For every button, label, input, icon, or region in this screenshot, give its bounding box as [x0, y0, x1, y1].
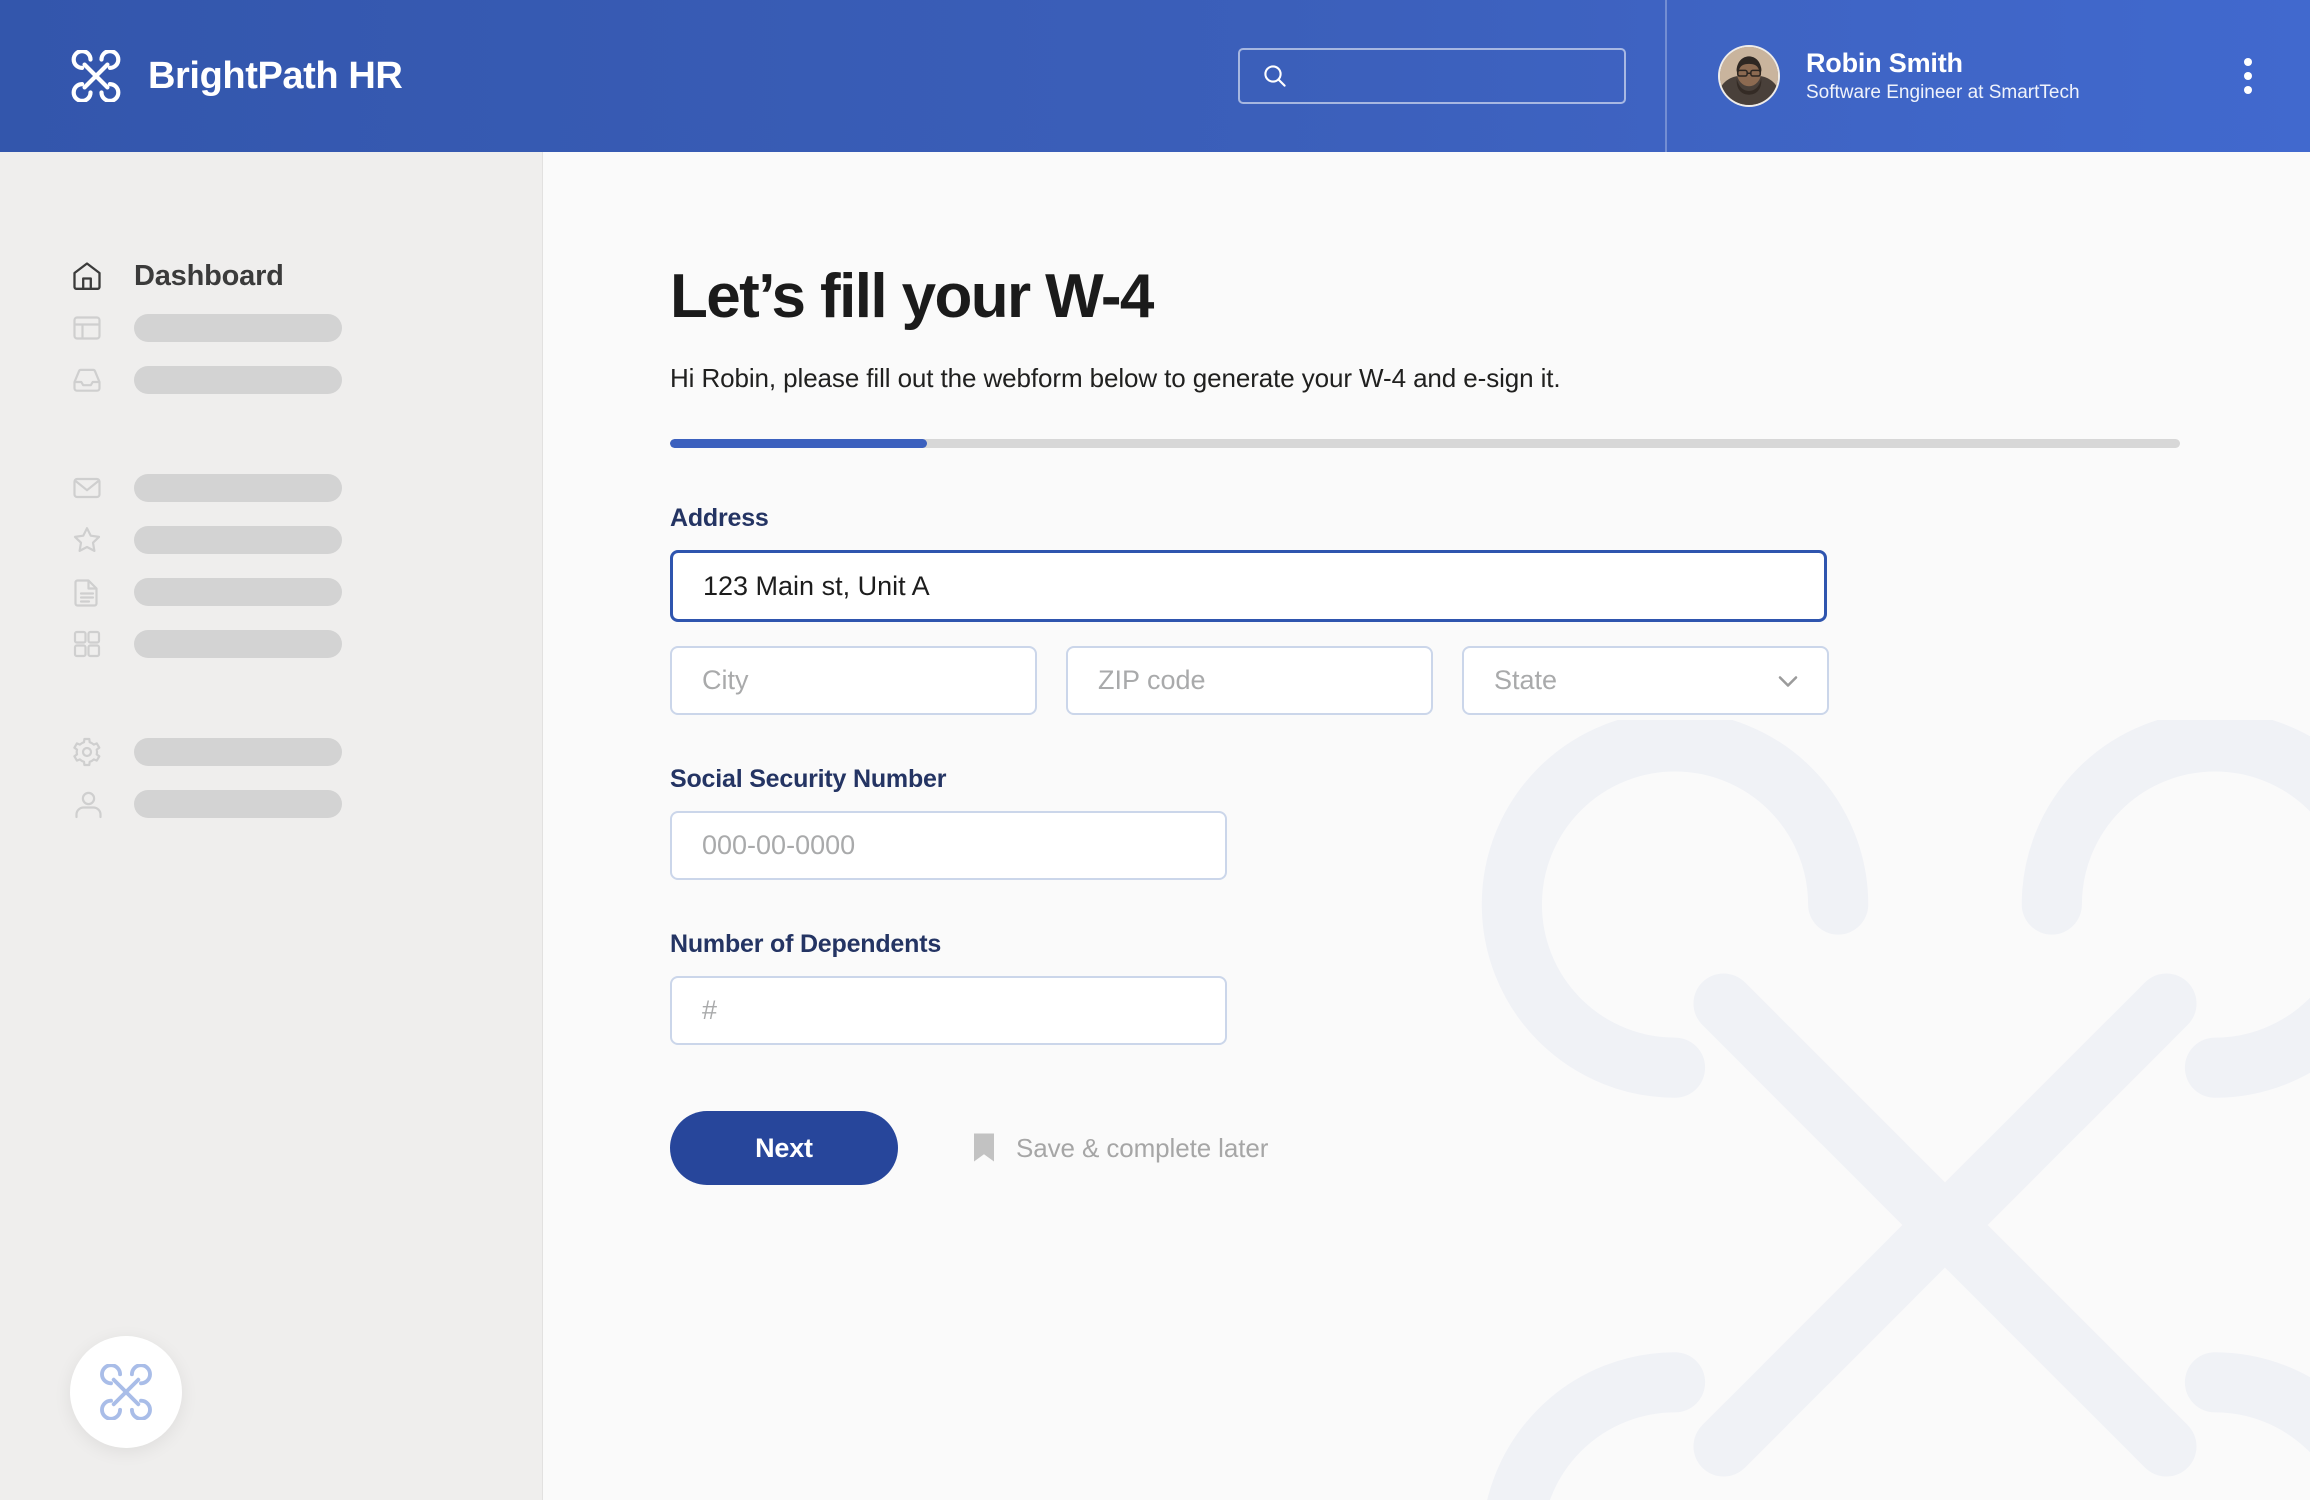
ssn-input[interactable] [670, 811, 1227, 881]
brand-name: BrightPath HR [148, 54, 403, 97]
sidebar-item-placeholder [134, 738, 342, 766]
app-root: BrightPath HR Robin Smith Software Engin… [0, 0, 2310, 1500]
state-select-control[interactable]: State [1462, 646, 1829, 716]
home-icon [70, 259, 104, 293]
next-button[interactable]: Next [670, 1111, 898, 1186]
dependents-input[interactable] [670, 976, 1227, 1046]
sidebar-item-placeholder [134, 366, 342, 394]
progress-bar [670, 439, 2180, 449]
sidebar-item-settings[interactable] [0, 726, 542, 778]
header-divider [1665, 0, 1667, 152]
document-icon [70, 575, 104, 609]
sidebar-item-label: Dashboard [134, 259, 284, 292]
form-wrapper: Let’s fill your W-4 Hi Robin, please fil… [543, 152, 2310, 1186]
sidebar-item-inbox[interactable] [0, 354, 542, 406]
main-content: Let’s fill your W-4 Hi Robin, please fil… [543, 152, 2310, 1500]
sidebar-item-placeholder [134, 474, 342, 502]
sidebar-item-placeholder [134, 526, 342, 554]
header-user-area: Robin Smith Software Engineer at SmartTe… [1718, 0, 2310, 152]
bookmark-icon [972, 1132, 996, 1164]
layout-panel-icon [70, 311, 104, 345]
sidebar-item-placeholder [134, 630, 342, 658]
sidebar-item-documents[interactable] [0, 566, 542, 618]
progress-bar-fill [670, 439, 927, 449]
person-icon [70, 787, 104, 821]
user-role: Software Engineer at SmartTech [1806, 82, 2080, 103]
app-header: BrightPath HR Robin Smith Software Engin… [0, 0, 2310, 152]
user-meta: Robin Smith Software Engineer at SmartTe… [1806, 48, 2080, 104]
sidebar-item-placeholder [134, 790, 342, 818]
inbox-icon [70, 363, 104, 397]
interlocking-loops-logo-icon [98, 1364, 154, 1420]
search-input[interactable] [1302, 50, 1624, 102]
zip-input[interactable] [1066, 646, 1433, 716]
address-detail-row: State [670, 646, 2310, 716]
sidebar-item-starred[interactable] [0, 514, 542, 566]
sidebar-item-apps[interactable] [0, 618, 542, 670]
state-select-value: State [1494, 665, 1558, 696]
sidebar-group-footer [0, 726, 542, 830]
address-input[interactable] [670, 550, 1827, 623]
dependents-field-group: Number of Dependents [670, 930, 2310, 1046]
save-later-label: Save & complete later [1016, 1132, 1269, 1163]
gear-icon [70, 735, 104, 769]
body: Dashboard Let’s fill your W-4 Hi Robin, … [0, 152, 2310, 1500]
kebab-menu-icon[interactable] [2234, 50, 2262, 102]
sidebar: Dashboard [0, 152, 543, 1500]
address-label: Address [670, 504, 769, 533]
brand[interactable]: BrightPath HR [70, 49, 710, 103]
save-later-button[interactable]: Save & complete later [972, 1124, 1268, 1172]
mail-icon [70, 471, 104, 505]
w4-form: Address State [670, 504, 2310, 1186]
interlocking-loops-logo-icon [70, 49, 122, 103]
address-field-group: Address [670, 504, 2310, 623]
sidebar-item-placeholder [134, 314, 342, 342]
sidebar-item-placeholder [134, 578, 342, 606]
sidebar-item-dashboard[interactable]: Dashboard [0, 250, 542, 302]
star-icon [70, 523, 104, 557]
form-actions: Next Save & complete later [670, 1111, 2310, 1186]
sidebar-group-primary: Dashboard [0, 250, 542, 406]
search-box[interactable] [1238, 48, 1626, 104]
page-title: Let’s fill your W-4 [670, 262, 1154, 331]
sidebar-item-profile[interactable] [0, 778, 542, 830]
user-name: Robin Smith [1806, 48, 1963, 78]
city-input[interactable] [670, 646, 1037, 716]
avatar[interactable] [1718, 45, 1780, 107]
sidebar-item-layout[interactable] [0, 302, 542, 354]
ssn-field-group: Social Security Number [670, 765, 2310, 881]
brand-fab-button[interactable] [70, 1336, 182, 1448]
page-subtitle: Hi Robin, please fill out the webform be… [670, 363, 1561, 394]
search-icon [1262, 63, 1288, 89]
dependents-label: Number of Dependents [670, 930, 942, 959]
grid-icon [70, 627, 104, 661]
sidebar-group-secondary [0, 462, 542, 670]
ssn-label: Social Security Number [670, 765, 947, 794]
state-select[interactable]: State [1462, 646, 1829, 716]
sidebar-item-mail[interactable] [0, 462, 542, 514]
